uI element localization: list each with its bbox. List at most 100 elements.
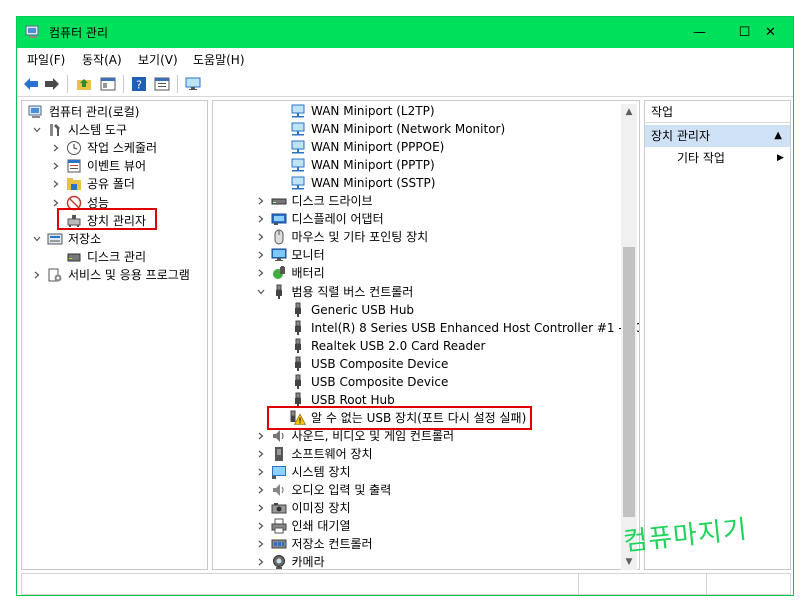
device-tree-item[interactable]: USB Composite Device bbox=[213, 355, 623, 373]
device-tree-item[interactable]: 저장소 컨트롤러 bbox=[213, 535, 623, 553]
network-adapter-icon bbox=[290, 121, 306, 137]
console-tree-pane[interactable]: 컴퓨터 관리(로컬) 시스템 도구 작업 스케줄러 이벤트 뷰어 공유 폴더 성능 장치 관… bbox=[21, 100, 208, 570]
console-tree-item[interactable]: 컴퓨터 관리(로컬) bbox=[22, 103, 207, 121]
show-hide-tree-button[interactable] bbox=[99, 75, 117, 93]
menu-help[interactable]: 도움말(H) bbox=[193, 51, 245, 68]
console-tree-item[interactable]: 저장소 bbox=[22, 230, 207, 248]
clock-icon bbox=[66, 140, 82, 156]
scroll-up-button[interactable]: ▲ bbox=[621, 104, 637, 120]
console-tree-item[interactable]: 작업 스케줄러 bbox=[22, 139, 207, 157]
chevron-right-icon[interactable] bbox=[255, 246, 267, 264]
device-tree-item[interactable]: 인쇄 대기열 bbox=[213, 517, 623, 535]
usb-icon bbox=[271, 284, 287, 300]
chevron-right-icon[interactable] bbox=[50, 157, 62, 175]
device-tree-item-label: 시스템 장치 bbox=[291, 465, 351, 479]
device-tree-item[interactable]: USB Composite Device bbox=[213, 373, 623, 391]
chevron-right-icon[interactable] bbox=[255, 210, 267, 228]
up-folder-button[interactable] bbox=[75, 75, 93, 93]
forward-button[interactable] bbox=[43, 75, 61, 93]
device-tree-item-label: Realtek USB 2.0 Card Reader bbox=[311, 338, 486, 353]
console-tree-item[interactable]: 시스템 도구 bbox=[22, 121, 207, 139]
device-tree-item[interactable]: Realtek USB 2.0 Card Reader bbox=[213, 337, 623, 355]
chevron-down-icon[interactable] bbox=[31, 121, 43, 139]
device-tree-item[interactable]: 범용 직렬 버스 컨트롤러 bbox=[213, 283, 623, 301]
svg-text:?: ? bbox=[136, 79, 142, 92]
device-tree-item-label: 마우스 및 기타 포인팅 장치 bbox=[291, 230, 429, 245]
close-button[interactable]: ✕ bbox=[748, 17, 793, 48]
help-button[interactable]: ? bbox=[130, 75, 148, 93]
toolbar-separator bbox=[67, 75, 68, 93]
device-tree-item[interactable]: 마우스 및 기타 포인팅 장치 bbox=[213, 228, 623, 246]
mouse-icon bbox=[271, 229, 287, 245]
device-tree-item[interactable]: WAN Miniport (SSTP) bbox=[213, 174, 623, 192]
menu-action[interactable]: 동작(A) bbox=[82, 51, 122, 68]
storage-icon bbox=[47, 231, 63, 247]
device-tree-pane[interactable]: WAN Miniport (L2TP) WAN Miniport (Network… bbox=[212, 100, 640, 570]
device-tree-item[interactable]: 소프트웨어 장치 bbox=[213, 445, 623, 463]
console-tree-item[interactable]: 이벤트 뷰어 bbox=[22, 157, 207, 175]
console-tree-item[interactable]: 서비스 및 응용 프로그램 bbox=[22, 266, 207, 284]
console-tree-icon bbox=[100, 77, 116, 91]
properties-button[interactable] bbox=[153, 75, 171, 93]
more-actions-item[interactable]: 기타 작업 bbox=[677, 149, 725, 167]
printer-icon bbox=[271, 518, 287, 534]
back-arrow-icon bbox=[24, 78, 38, 90]
chevron-up-icon: ▲ bbox=[625, 107, 633, 117]
device-tree-item[interactable]: Intel(R) 8 Series USB Enhanced Host Cont… bbox=[213, 319, 639, 337]
chevron-right-icon[interactable] bbox=[255, 228, 267, 246]
device-tree-item[interactable]: Generic USB Hub bbox=[213, 301, 623, 319]
console-tree-item-label: 컴퓨터 관리(로컬) bbox=[49, 105, 140, 119]
chevron-right-icon[interactable] bbox=[255, 499, 267, 517]
chevron-right-icon[interactable] bbox=[255, 192, 267, 210]
usb-icon bbox=[290, 338, 306, 354]
device-tree-item[interactable]: 배터리 bbox=[213, 264, 623, 282]
usb-icon bbox=[290, 302, 306, 318]
title-bar[interactable]: 컴퓨터 관리 — ☐ ✕ bbox=[17, 17, 793, 48]
minimize-button[interactable]: — bbox=[677, 17, 722, 48]
forward-arrow-icon bbox=[45, 78, 59, 90]
chevron-right-icon[interactable] bbox=[255, 481, 267, 499]
device-tree-item[interactable]: WAN Miniport (PPTP) bbox=[213, 156, 623, 174]
console-tree-item[interactable]: 공유 폴더 bbox=[22, 175, 207, 193]
device-tree-item[interactable]: WAN Miniport (Network Monitor) bbox=[213, 120, 623, 138]
help-icon: ? bbox=[132, 77, 146, 92]
chevron-right-icon[interactable] bbox=[255, 517, 267, 535]
device-tree-item[interactable]: 디스크 드라이브 bbox=[213, 192, 623, 210]
chevron-right-icon[interactable] bbox=[255, 463, 267, 481]
menu-bar: 파일(F) 동작(A) 보기(V) 도움말(H) bbox=[17, 48, 793, 70]
network-adapter-icon bbox=[290, 175, 306, 191]
device-tree-item-label: 인쇄 대기열 bbox=[291, 519, 351, 534]
menu-view[interactable]: 보기(V) bbox=[138, 51, 178, 68]
device-tree-item[interactable]: 이미징 장치 bbox=[213, 499, 623, 517]
chevron-right-icon[interactable] bbox=[255, 535, 267, 553]
chevron-right-icon[interactable] bbox=[255, 445, 267, 463]
show-computer-button[interactable] bbox=[184, 75, 202, 93]
console-tree-item[interactable]: 디스크 관리 bbox=[22, 248, 207, 266]
actions-section-device-manager[interactable]: 장치 관리자 ▲ bbox=[645, 125, 790, 147]
device-tree-item-label: 소프트웨어 장치 bbox=[291, 446, 373, 461]
device-tree-item-label: 범용 직렬 버스 컨트롤러 bbox=[291, 284, 414, 299]
chevron-right-icon[interactable] bbox=[255, 427, 267, 445]
menu-file[interactable]: 파일(F) bbox=[27, 51, 65, 68]
chevron-right-icon[interactable] bbox=[255, 553, 267, 569]
device-tree-item-label: 오디오 입력 및 출력 bbox=[291, 483, 392, 498]
camera-icon bbox=[271, 554, 287, 569]
chevron-down-icon[interactable] bbox=[255, 283, 267, 301]
device-tree-item[interactable]: 카메라 bbox=[213, 553, 623, 569]
back-button[interactable] bbox=[22, 75, 40, 93]
toolbar-separator bbox=[123, 75, 124, 93]
console-tree-item-label: 저장소 bbox=[68, 231, 102, 246]
software-device-icon bbox=[271, 446, 287, 462]
scroll-thumb[interactable] bbox=[623, 247, 635, 517]
device-tree-item[interactable]: WAN Miniport (PPPOE) bbox=[213, 138, 623, 156]
chevron-right-icon[interactable] bbox=[255, 264, 267, 282]
device-tree-item[interactable]: 오디오 입력 및 출력 bbox=[213, 481, 623, 499]
device-tree-item[interactable]: 시스템 장치 bbox=[213, 463, 623, 481]
device-tree-item[interactable]: 디스플레이 어댑터 bbox=[213, 210, 623, 228]
chevron-right-icon[interactable] bbox=[50, 175, 62, 193]
chevron-right-icon[interactable] bbox=[50, 139, 62, 157]
chevron-down-icon[interactable] bbox=[31, 230, 43, 248]
device-tree-item[interactable]: WAN Miniport (L2TP) bbox=[213, 102, 623, 120]
chevron-right-icon[interactable] bbox=[31, 266, 43, 284]
device-tree-item[interactable]: 모니터 bbox=[213, 246, 623, 264]
